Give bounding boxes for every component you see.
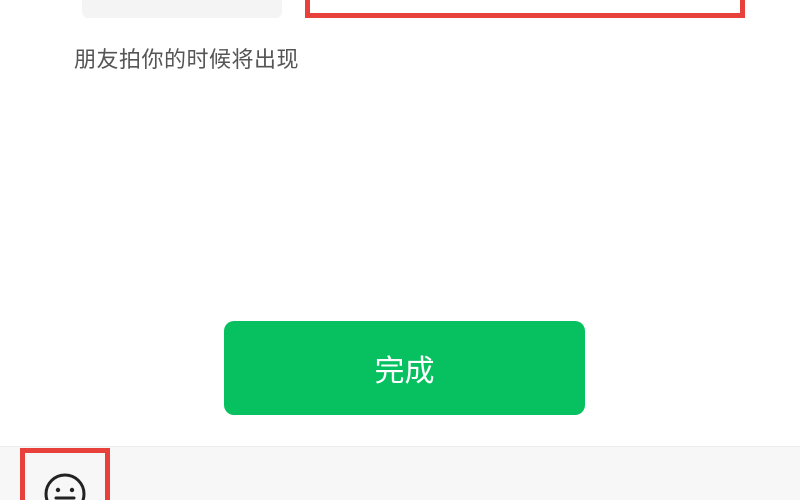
done-button[interactable]: 完成 bbox=[224, 321, 585, 415]
highlight-box-input bbox=[305, 0, 745, 18]
input-toolbar bbox=[0, 446, 800, 500]
emoji-face-icon-graphic bbox=[44, 473, 86, 500]
emoji-face-icon[interactable] bbox=[43, 472, 87, 500]
pat-settings-screen: 朋友拍你的时候将出现 完成 bbox=[0, 0, 800, 500]
pat-text-input[interactable] bbox=[82, 0, 282, 18]
pat-hint-text: 朋友拍你的时候将出现 bbox=[74, 48, 300, 73]
